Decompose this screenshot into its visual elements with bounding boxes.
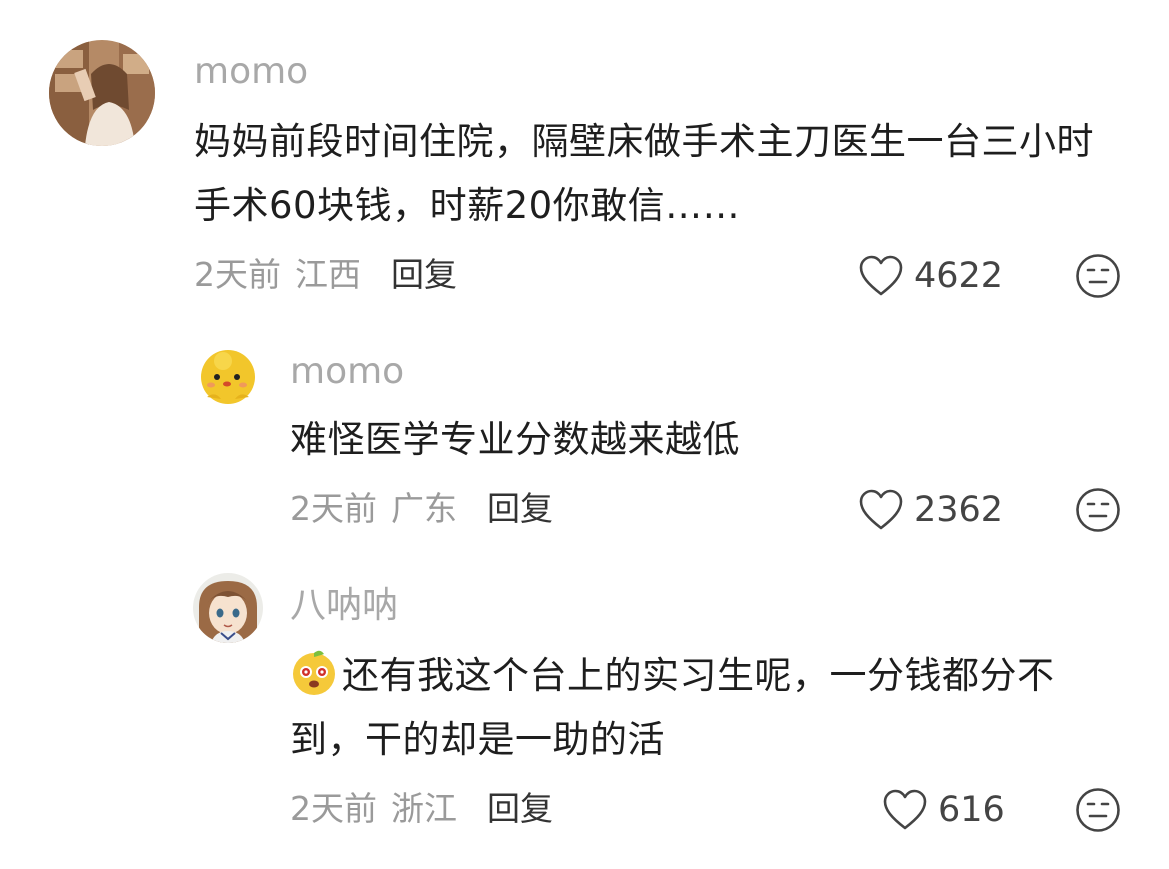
comment-author[interactable]: 八呐呐 — [290, 588, 398, 624]
like-count: 2362 — [914, 489, 1004, 530]
like-count: 616 — [938, 789, 1005, 830]
comment-time: 2天前 — [290, 489, 377, 528]
comment-text: 难怪医学专业分数越来越低 — [290, 418, 740, 461]
comment-text: 还有我这个台上的实习生呢，一分钱都分不到，干的却是一助的活 — [290, 644, 1110, 772]
reply-button[interactable]: 回复 — [391, 255, 457, 294]
comment-text: 妈妈前段时间住院，隔壁床做手术主刀医生一台三小时手术60块钱，时薪20你敢信…… — [194, 120, 1094, 227]
comment-text-content: 还有我这个台上的实习生呢，一分钱都分不到，干的却是一助的活 — [290, 654, 1055, 761]
comment-time: 2天前 — [194, 255, 281, 294]
comment-2: momo 难怪医学专业分数越来越低 2天前 广东 回复 2362 — [0, 330, 1169, 550]
heart-icon — [858, 254, 904, 298]
heart-icon — [882, 788, 928, 832]
cute-face-emoji-icon — [290, 648, 338, 696]
anime-girl-avatar-icon[interactable] — [193, 573, 263, 643]
reply-button[interactable]: 回复 — [487, 489, 553, 528]
dislike-face-icon[interactable] — [1075, 787, 1121, 833]
dislike-face-icon[interactable] — [1075, 253, 1121, 299]
like-count: 4622 — [914, 255, 1004, 296]
like-button[interactable]: 2362 — [858, 486, 1003, 534]
reply-button[interactable]: 回复 — [487, 789, 553, 828]
comment-meta: 2天前 江西 回复 — [194, 258, 457, 291]
comment-time: 2天前 — [290, 789, 377, 828]
like-button[interactable]: 4622 — [858, 252, 1003, 300]
comment-1: momo 妈妈前段时间住院，隔壁床做手术主刀医生一台三小时手术60块钱，时薪20… — [0, 0, 1169, 320]
yellow-chick-avatar-icon[interactable] — [193, 339, 263, 409]
comment-meta: 2天前 浙江 回复 — [290, 792, 553, 825]
photo-avatar-icon[interactable] — [49, 40, 155, 146]
comment-location: 广东 — [391, 489, 457, 528]
comment-meta: 2天前 广东 回复 — [290, 492, 553, 525]
dislike-face-icon[interactable] — [1075, 487, 1121, 533]
comment-3: 八呐呐 还有我这个台上的实习生呢，一分钱都分不到，干的却是一助的活 2天前 浙江回… — [0, 560, 1169, 860]
comment-location: 江西 — [295, 255, 361, 294]
comment-author[interactable]: momo — [194, 54, 308, 90]
like-button[interactable]: 616 — [882, 786, 1005, 834]
heart-icon — [858, 488, 904, 532]
comment-location: 浙江 — [391, 789, 457, 828]
comment-author[interactable]: momo — [290, 354, 404, 390]
